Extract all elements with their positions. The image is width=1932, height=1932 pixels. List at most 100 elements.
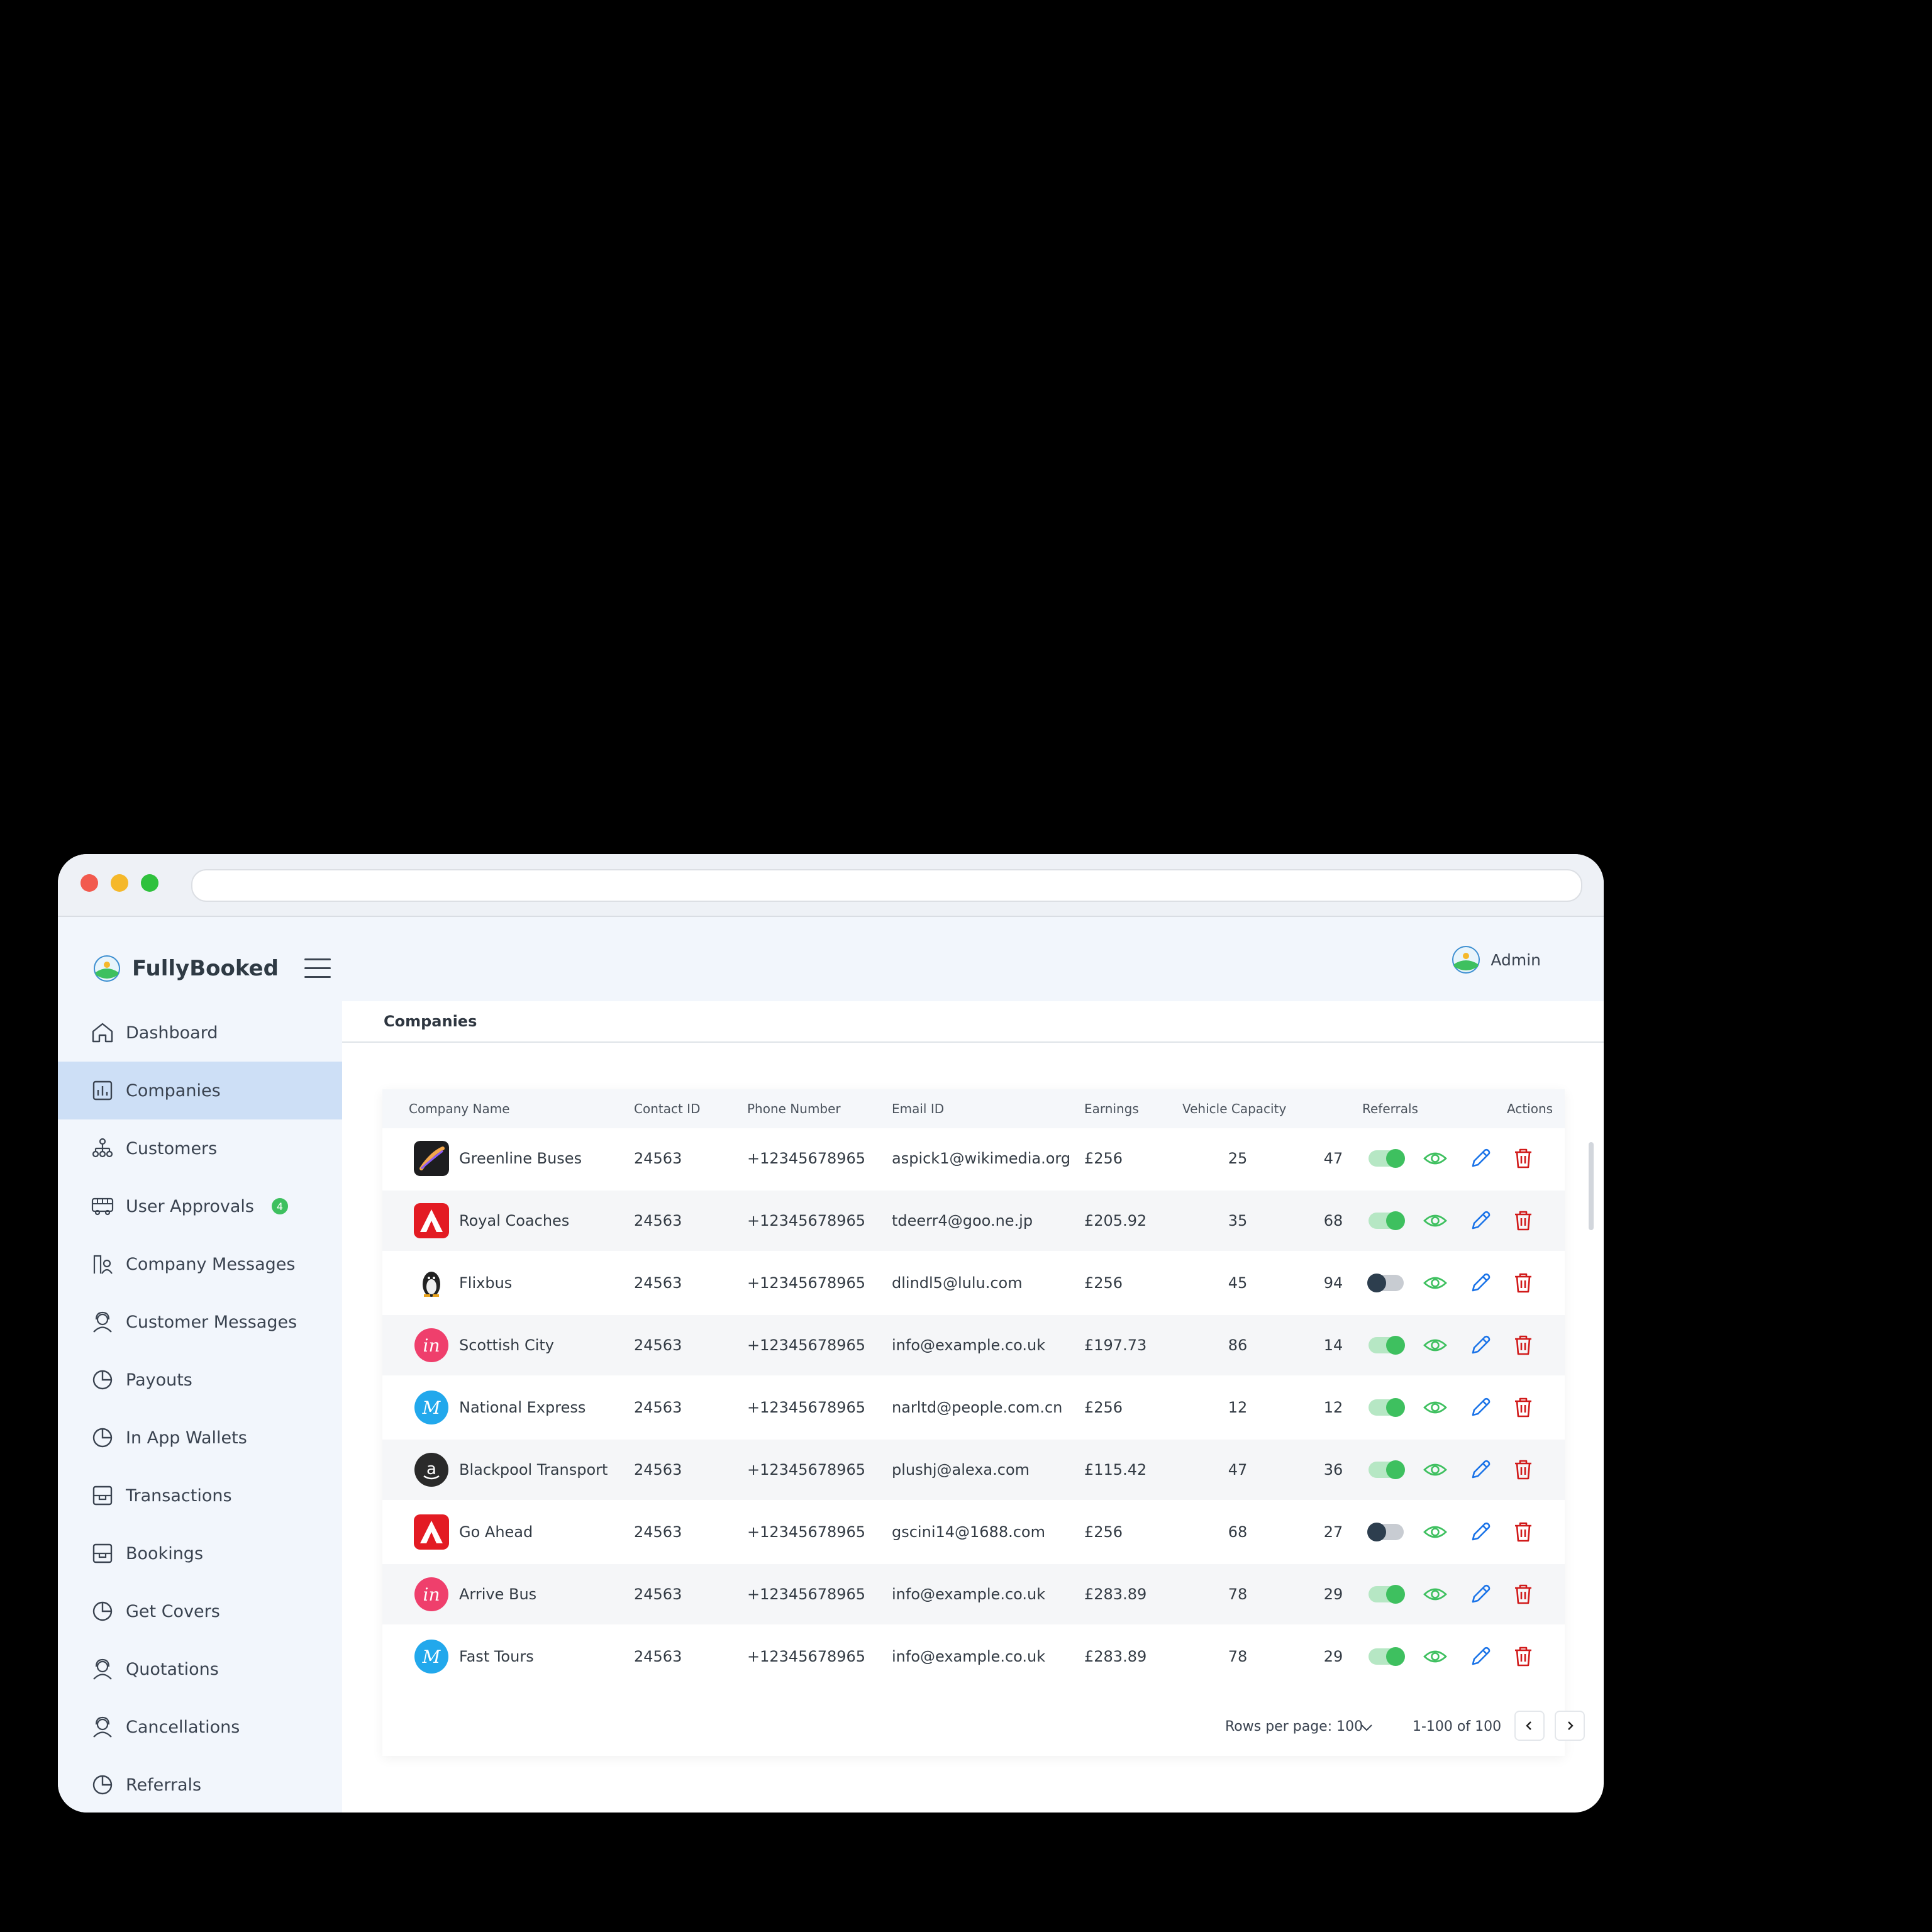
sidebar-item-payouts[interactable]: Payouts (58, 1351, 342, 1409)
sidebar-item-company-messages[interactable]: Company Messages (58, 1235, 342, 1293)
status-toggle[interactable] (1368, 1336, 1405, 1355)
close-window-button[interactable] (80, 874, 98, 892)
pencil-icon[interactable] (1468, 1457, 1493, 1482)
status-toggle[interactable] (1368, 1211, 1405, 1230)
maximize-window-button[interactable] (141, 874, 158, 892)
sidebar-item-cancellations[interactable]: Cancellations (58, 1698, 342, 1756)
trash-icon[interactable] (1511, 1395, 1536, 1420)
status-toggle[interactable] (1367, 1523, 1404, 1541)
status-toggle[interactable] (1368, 1647, 1405, 1666)
sidebar-item-dashboard[interactable]: Dashboard (58, 1004, 342, 1062)
eye-icon[interactable] (1423, 1208, 1448, 1233)
vehicle-capacity: 25 (1228, 1150, 1248, 1167)
pencil-icon[interactable] (1468, 1519, 1493, 1545)
vehicle-capacity: 45 (1228, 1274, 1248, 1292)
phone-number: +12345678965 (747, 1461, 866, 1479)
eye-icon[interactable] (1423, 1457, 1448, 1482)
table-row: Royal Coaches 24563 +12345678965 tdeerr4@go… (382, 1191, 1565, 1251)
user-headset-icon (93, 1658, 112, 1680)
eye-icon[interactable] (1423, 1146, 1448, 1171)
pencil-icon[interactable] (1468, 1208, 1493, 1233)
header-email-id[interactable]: Email ID (892, 1089, 944, 1128)
pencil-icon[interactable] (1468, 1146, 1493, 1171)
status-toggle[interactable] (1368, 1149, 1405, 1168)
header-vehicle-capacity[interactable]: Vehicle Capacity (1182, 1089, 1286, 1128)
sidebar-item-referrals[interactable]: Referrals (58, 1756, 342, 1813)
header-referrals[interactable]: Referrals (1362, 1089, 1418, 1128)
pie-chart-icon (92, 1601, 113, 1621)
company-name: Greenline Buses (459, 1150, 582, 1167)
eye-icon[interactable] (1423, 1395, 1448, 1420)
sidebar-item-customer-messages[interactable]: Customer Messages (58, 1293, 342, 1351)
hamburger-menu-icon[interactable] (304, 958, 331, 980)
trash-icon[interactable] (1511, 1457, 1536, 1482)
chevron-left-icon (1526, 1721, 1531, 1730)
user-headset-icon (93, 1716, 112, 1738)
sidebar-item-companies[interactable]: Companies (58, 1062, 342, 1119)
header-earnings[interactable]: Earnings (1084, 1089, 1139, 1128)
pencil-icon[interactable] (1468, 1270, 1493, 1296)
pencil-icon[interactable] (1468, 1333, 1493, 1358)
chevron-down-icon[interactable] (1360, 1721, 1374, 1735)
home-icon (92, 1023, 113, 1043)
status-toggle[interactable] (1368, 1398, 1405, 1417)
trash-icon[interactable] (1511, 1270, 1536, 1296)
sidebar-item-quotations[interactable]: Quotations (58, 1640, 342, 1698)
sidebar-item-bookings[interactable]: Bookings (58, 1524, 342, 1582)
rows-per-page-select[interactable]: Rows per page: 100 (1225, 1711, 1363, 1743)
pencil-icon[interactable] (1468, 1582, 1493, 1607)
header-contact-id[interactable]: Contact ID (634, 1089, 700, 1128)
chevron-right-icon (1568, 1721, 1574, 1730)
email-id: info@example.co.uk (892, 1336, 1046, 1354)
table-row: in Scottish City 24563 +12345678965 info@exa… (382, 1315, 1565, 1375)
next-page-button[interactable] (1555, 1711, 1585, 1741)
eye-icon[interactable] (1423, 1333, 1448, 1358)
phone-number: +12345678965 (747, 1336, 866, 1354)
trash-icon[interactable] (1511, 1208, 1536, 1233)
address-bar[interactable] (191, 869, 1582, 902)
sidebar-item-label: Cancellations (126, 1717, 240, 1737)
company-name: Arrive Bus (459, 1585, 537, 1603)
phone-number: +12345678965 (747, 1274, 866, 1292)
sidebar-item-get-covers[interactable]: Get Covers (58, 1582, 342, 1640)
minimize-window-button[interactable] (111, 874, 128, 892)
earnings: £256 (1084, 1150, 1123, 1167)
sidebar-item-label: Company Messages (126, 1254, 296, 1274)
trash-icon[interactable] (1511, 1519, 1536, 1545)
header-phone-number[interactable]: Phone Number (747, 1089, 841, 1128)
table-scrollbar[interactable] (1589, 1142, 1594, 1230)
trash-icon[interactable] (1511, 1582, 1536, 1607)
trash-icon[interactable] (1511, 1644, 1536, 1669)
vehicle-capacity: 12 (1228, 1399, 1248, 1416)
trash-icon[interactable] (1511, 1146, 1536, 1171)
trash-icon[interactable] (1511, 1333, 1536, 1358)
sidebar-item-label: User Approvals (126, 1196, 254, 1216)
status-toggle[interactable] (1368, 1460, 1405, 1479)
brand[interactable]: FullyBooked (93, 951, 279, 986)
eye-icon[interactable] (1423, 1270, 1448, 1296)
sidebar-item-user-approvals[interactable]: User Approvals 4 (58, 1177, 342, 1235)
sidebar-item-transactions[interactable]: Transactions (58, 1467, 342, 1524)
sidebar-item-customers[interactable]: Customers (58, 1119, 342, 1177)
eye-icon[interactable] (1423, 1644, 1448, 1669)
eye-icon[interactable] (1423, 1519, 1448, 1545)
pencil-icon[interactable] (1468, 1395, 1493, 1420)
sidebar-item-label: Dashboard (126, 1023, 218, 1043)
sidebar-item-in-app-wallets[interactable]: In App Wallets (58, 1409, 342, 1467)
bus-icon (91, 1197, 114, 1216)
referrals: 68 (1323, 1212, 1343, 1230)
eye-icon[interactable] (1423, 1582, 1448, 1607)
company-name: Scottish City (459, 1336, 554, 1354)
user-menu[interactable]: Admin (1452, 942, 1541, 977)
svg-text:M: M (422, 1646, 441, 1667)
status-toggle[interactable] (1368, 1585, 1405, 1604)
earnings: £256 (1084, 1399, 1123, 1416)
contact-id: 24563 (634, 1648, 682, 1665)
page-title: Companies (384, 1013, 477, 1030)
email-id: plushj@alexa.com (892, 1461, 1030, 1479)
referrals: 14 (1323, 1336, 1343, 1354)
pencil-icon[interactable] (1468, 1644, 1493, 1669)
status-toggle[interactable] (1367, 1274, 1404, 1292)
previous-page-button[interactable] (1514, 1711, 1545, 1741)
header-company-name[interactable]: Company Name (409, 1089, 510, 1128)
